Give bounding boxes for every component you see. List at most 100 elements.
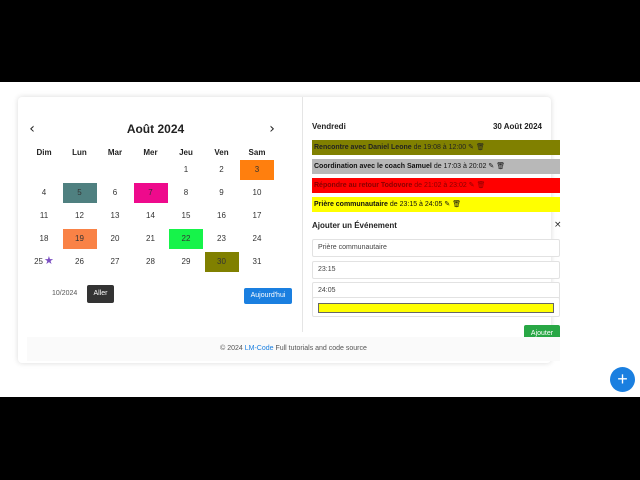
day-number: 23 (217, 234, 226, 243)
event-name-input[interactable]: Prière communautaire (312, 239, 560, 257)
day-number: 6 (112, 188, 118, 197)
event-time: de 23:15 à 24:05 (387, 201, 443, 208)
footer: © 2024 LM-Code Full tutorials and code s… (27, 337, 560, 361)
day-number: 7 (148, 188, 153, 197)
calendar-day[interactable]: 29 (169, 252, 203, 272)
selected-day-name: Vendredi (312, 122, 346, 131)
add-event-title: Ajouter un Événement (312, 221, 397, 230)
trash-icon[interactable]: 🗑 (452, 200, 461, 208)
calendar-day[interactable]: 31 (240, 252, 274, 272)
calendar-day[interactable]: 30 (204, 252, 239, 272)
calendar-day[interactable]: 16 (205, 206, 239, 226)
day-number: 9 (219, 188, 224, 197)
calendar-day[interactable]: 15 (169, 206, 203, 226)
day-number: 30 (217, 257, 226, 266)
calendar-day[interactable]: 14 (134, 206, 168, 226)
trash-icon[interactable]: 🗑 (477, 181, 486, 189)
calendar-day[interactable]: 3 (240, 160, 274, 180)
event-title: Coordination avec le coach Samuel (314, 163, 432, 170)
calendar-card: ‹ Août 2024 › Dim Lun Mar Mer Jeu Ven Sam 1234… (18, 97, 562, 363)
day-number: 26 (75, 257, 84, 266)
edit-icon[interactable]: ✎ (444, 200, 450, 208)
event-item[interactable]: Prière communautaire de 23:15 à 24:05 ✎ 🗑 (312, 197, 560, 212)
day-number: 10 (252, 188, 262, 197)
day-number: 25 (34, 257, 44, 266)
weekday-label: Dim (36, 148, 52, 157)
edit-icon[interactable]: ✎ (488, 162, 494, 170)
calendar-day[interactable]: 10 (240, 183, 274, 203)
calendar-day[interactable]: 12 (63, 206, 97, 226)
calendar-header: ‹ Août 2024 › (18, 121, 293, 137)
calendar-day[interactable]: 1 (169, 160, 203, 180)
trash-icon[interactable]: 🗑 (476, 143, 485, 151)
day-number: 8 (183, 188, 189, 197)
close-form-button[interactable]: × (554, 220, 562, 230)
day-number: 5 (77, 188, 82, 197)
calendar-day[interactable]: 21 (134, 229, 168, 249)
calendar-day[interactable]: 2 (205, 160, 239, 180)
selected-date: 30 Août 2024 (492, 122, 542, 131)
day-number: 20 (110, 234, 120, 243)
calendar-day[interactable]: 25★ (27, 252, 61, 272)
footer-copyright: © 2024 (220, 345, 245, 352)
calendar-day[interactable]: 6 (98, 183, 132, 203)
day-number: 3 (254, 165, 260, 174)
event-item[interactable]: Rencontre avec Daniel Leone de 19:08 à 1… (312, 140, 560, 155)
event-title: Rencontre avec Daniel Leone (314, 144, 412, 151)
footer-brand-link[interactable]: LM-Code (245, 345, 274, 352)
day-number: 18 (39, 234, 49, 243)
calendar-day[interactable]: 11 (27, 206, 61, 226)
calendar-day[interactable]: 5 (62, 183, 97, 203)
calendar-day[interactable]: 20 (98, 229, 132, 249)
weekday-label: Jeu (179, 148, 193, 157)
day-number: 13 (110, 211, 120, 220)
start-time-input[interactable]: 23:15 (312, 261, 560, 279)
floating-add-button[interactable]: + (610, 367, 635, 392)
edit-icon[interactable]: ✎ (468, 143, 474, 151)
weekday-header-row: Dim Lun Mar Mer Jeu Ven Sam (27, 147, 293, 159)
event-item[interactable]: Répondre au retour Todovore de 21:02 à 2… (312, 178, 560, 193)
calendar-day[interactable]: 23 (205, 229, 239, 249)
calendar-day[interactable]: 26 (63, 252, 97, 272)
event-time: de 17:03 à 20:02 (431, 163, 487, 170)
event-title: Prière communautaire (314, 201, 388, 208)
day-number: 31 (252, 257, 262, 266)
today-button[interactable]: Aujourd'hui (244, 288, 292, 304)
event-title: Répondre au retour Todovore (314, 182, 413, 189)
event-item[interactable]: Coordination avec le coach Samuel de 17:… (312, 159, 560, 174)
weekday-label: Ven (214, 148, 229, 157)
month-title: Août 2024 (126, 122, 185, 136)
go-button[interactable]: Aller (87, 285, 114, 303)
day-number: 28 (146, 257, 155, 266)
edit-icon[interactable]: ✎ (469, 181, 475, 189)
day-number: 12 (75, 211, 84, 220)
event-time: de 19:08 à 12:00 (411, 144, 467, 151)
calendar-day[interactable]: 27 (98, 252, 132, 272)
calendar-day[interactable]: 13 (98, 206, 132, 226)
event-color-input[interactable] (312, 297, 560, 317)
calendar-day[interactable]: 18 (27, 229, 61, 249)
calendar-day[interactable]: 19 (62, 229, 97, 249)
calendar-day[interactable]: 24 (240, 229, 274, 249)
day-number: 15 (181, 211, 191, 220)
day-number: 16 (217, 211, 226, 220)
calendar-day[interactable]: 4 (27, 183, 61, 203)
day-number: 21 (146, 234, 155, 243)
calendar-day[interactable]: 28 (134, 252, 168, 272)
day-number: 1 (183, 165, 189, 174)
calendar-day[interactable]: 9 (205, 183, 239, 203)
trash-icon[interactable]: 🗑 (496, 162, 505, 170)
next-month-button[interactable]: › (264, 121, 280, 137)
weekday-label: Mer (143, 148, 158, 157)
event-time: de 21:02 à 23:02 (412, 182, 467, 189)
calendar-day[interactable]: 17 (240, 206, 274, 226)
month-year-input[interactable]: 10/2024 (45, 285, 87, 303)
calendar-day[interactable]: 22 (169, 229, 203, 249)
weekday-label: Lun (72, 148, 87, 157)
color-swatch (318, 303, 554, 313)
calendar-day[interactable]: 7 (133, 183, 168, 203)
day-number: 2 (219, 165, 224, 174)
calendar-day[interactable]: 8 (169, 183, 203, 203)
day-number: 19 (75, 234, 84, 243)
day-number: 17 (252, 211, 262, 220)
